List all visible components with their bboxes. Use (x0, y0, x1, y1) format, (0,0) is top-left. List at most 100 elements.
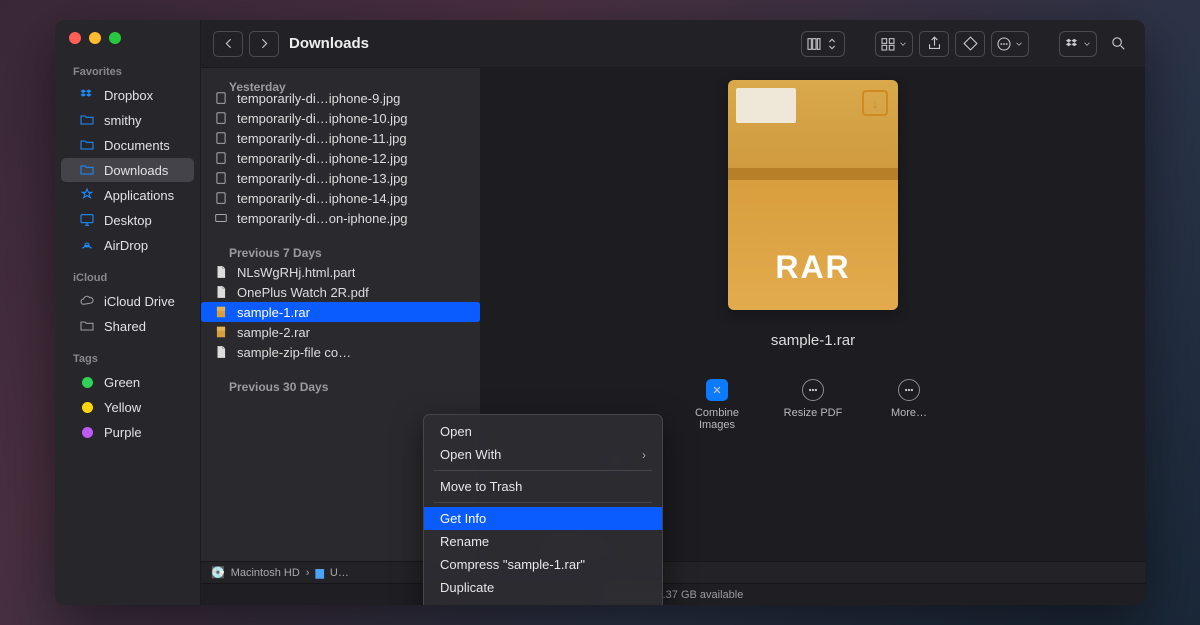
quick-action-more-[interactable]: More… (879, 379, 939, 431)
file-name: temporarily-di…iphone-13.jpg (237, 171, 408, 186)
green-tag-icon (79, 374, 95, 390)
path-segment[interactable]: U… (330, 567, 349, 579)
share-button[interactable] (919, 31, 949, 57)
quick-action-icon (706, 379, 728, 401)
sidebar-item-label: iCloud Drive (104, 294, 175, 309)
sidebar-item-label: Desktop (104, 213, 152, 228)
quick-action-icon (802, 379, 824, 401)
sidebar-item-applications[interactable]: Applications (61, 183, 194, 207)
forward-button[interactable] (249, 31, 279, 57)
generic-file-icon (213, 264, 229, 280)
search-button[interactable] (1103, 31, 1133, 57)
img-file-icon (213, 170, 229, 186)
context-menu-label: Open With (440, 447, 501, 462)
sidebar-item-yellow[interactable]: Yellow (61, 395, 194, 419)
folder-icon (79, 137, 95, 153)
sidebar-item-label: Yellow (104, 400, 141, 415)
minimize-window-button[interactable] (89, 32, 101, 44)
file-row[interactable]: OnePlus Watch 2R.pdf (201, 282, 480, 302)
back-button[interactable] (213, 31, 243, 57)
sidebar-item-label: Downloads (104, 163, 168, 178)
dropbox-toolbar-button[interactable] (1059, 31, 1097, 57)
file-row[interactable]: temporarily-di…on-iphone.jpg (201, 208, 480, 228)
context-menu-separator (434, 502, 652, 503)
sidebar-item-label: Applications (104, 188, 174, 203)
sidebar-item-label: Green (104, 375, 140, 390)
sidebar-item-downloads[interactable]: Downloads (61, 158, 194, 182)
img-file-icon (213, 130, 229, 146)
folder-icon (79, 162, 95, 178)
quick-action-combine-images[interactable]: Combine Images (687, 379, 747, 431)
preview-filename: sample-1.rar (771, 332, 855, 349)
sidebar-item-dropbox[interactable]: Dropbox (61, 83, 194, 107)
sidebar-item-smithy[interactable]: smithy (61, 108, 194, 132)
context-menu-item-open-with[interactable]: Open With › (424, 443, 662, 466)
sidebar-item-airdrop[interactable]: AirDrop (61, 233, 194, 257)
file-name: temporarily-di…iphone-12.jpg (237, 151, 408, 166)
file-row[interactable]: sample-zip-file co… (201, 342, 480, 362)
context-menu-item-open[interactable]: Open (424, 420, 662, 443)
rar-file-icon (213, 304, 229, 320)
download-arrow-icon: ↓ (862, 90, 888, 116)
context-menu-separator (434, 470, 652, 471)
file-name: temporarily-di…iphone-9.jpg (237, 91, 400, 106)
sidebar-item-documents[interactable]: Documents (61, 133, 194, 157)
sidebar-item-label: Shared (104, 319, 146, 334)
path-segment[interactable]: Macintosh HD (231, 567, 300, 579)
tags-button[interactable] (955, 31, 985, 57)
action-menu-button[interactable] (991, 31, 1029, 57)
disk-icon: 💽 (211, 566, 225, 579)
generic-file-icon (213, 284, 229, 300)
view-mode-button[interactable] (801, 31, 845, 57)
quick-action-label: More… (891, 407, 927, 419)
file-row[interactable]: NLsWgRHj.html.part (201, 262, 480, 282)
sidebar-item-label: smithy (104, 113, 142, 128)
close-window-button[interactable] (69, 32, 81, 44)
path-bar[interactable]: 💽 Macintosh HD › ▆ U… (201, 561, 1145, 583)
quick-action-label: Resize PDF (784, 407, 843, 419)
sidebar-item-purple[interactable]: Purple (61, 420, 194, 444)
file-name: NLsWgRHj.html.part (237, 265, 355, 280)
img-file-icon (213, 110, 229, 126)
img-file-icon (213, 190, 229, 206)
file-row[interactable]: temporarily-di…iphone-13.jpg (201, 168, 480, 188)
folder-icon (79, 112, 95, 128)
context-menu-label: Get Info (440, 511, 486, 526)
sidebar-item-label: Purple (104, 425, 142, 440)
file-row[interactable]: temporarily-di…iphone-14.jpg (201, 188, 480, 208)
file-name: temporarily-di…iphone-10.jpg (237, 111, 408, 126)
file-row[interactable]: temporarily-di…iphone-12.jpg (201, 148, 480, 168)
file-name: sample-1.rar (237, 305, 310, 320)
chevron-right-icon: › (642, 448, 646, 462)
file-row[interactable]: temporarily-di…iphone-11.jpg (201, 128, 480, 148)
sidebar-item-desktop[interactable]: Desktop (61, 208, 194, 232)
img-wide-file-icon (213, 210, 229, 226)
context-menu[interactable]: Open Open With › Move to Trash Get Info Renam… (423, 414, 663, 605)
sidebar-item-shared[interactable]: Shared (61, 314, 194, 338)
finder-window: FavoritesDropboxsmithyDocumentsDownloads… (55, 20, 1145, 605)
airdrop-icon (79, 237, 95, 253)
context-menu-item-move-to-trash[interactable]: Move to Trash (424, 475, 662, 498)
file-row[interactable]: temporarily-di…iphone-9.jpg (201, 88, 480, 108)
quick-action-resize-pdf[interactable]: Resize PDF (783, 379, 843, 431)
file-row[interactable]: sample-1.rar (201, 302, 480, 322)
file-row[interactable]: temporarily-di…iphone-10.jpg (201, 108, 480, 128)
context-menu-label: Compress "sample-1.rar" (440, 557, 585, 572)
quick-action-label: Combine Images (687, 407, 747, 431)
file-group-heading: Previous 30 Days (201, 374, 480, 396)
context-menu-item-get-info[interactable]: Get Info (424, 507, 662, 530)
file-row[interactable]: sample-2.rar (201, 322, 480, 342)
archive-label-graphic (736, 88, 796, 123)
sidebar-item-label: AirDrop (104, 238, 148, 253)
context-menu-item-rename[interactable]: Rename (424, 530, 662, 553)
sidebar-item-green[interactable]: Green (61, 370, 194, 394)
maximize-window-button[interactable] (109, 32, 121, 44)
file-group-heading: Previous 7 Days (201, 240, 480, 262)
context-menu-item-duplicate[interactable]: Duplicate (424, 576, 662, 599)
context-menu-item-compress-sample-rar-[interactable]: Compress "sample-1.rar" (424, 553, 662, 576)
sidebar-item-icloud-drive[interactable]: iCloud Drive (61, 289, 194, 313)
context-menu-item-make-alias[interactable]: Make Alias (424, 599, 662, 605)
group-by-button[interactable] (875, 31, 913, 57)
sidebar-item-label: Documents (104, 138, 170, 153)
cloud-icon (79, 293, 95, 309)
